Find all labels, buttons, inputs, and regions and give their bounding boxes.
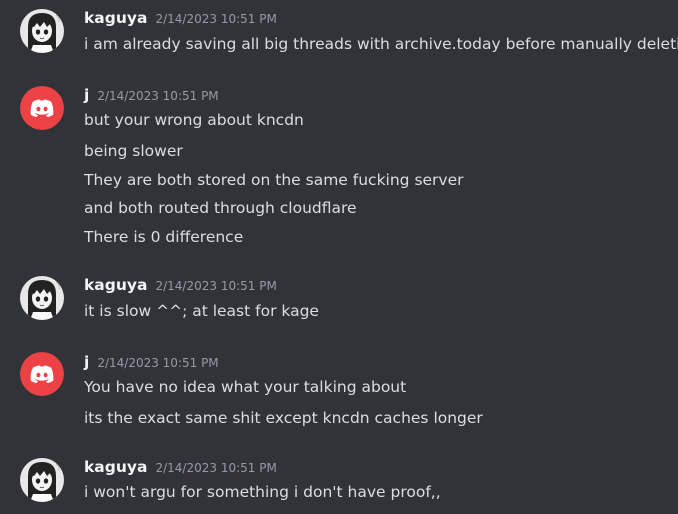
message-line: You have no idea what your talking about bbox=[84, 378, 407, 396]
message-line: i won't argu for something i don't have … bbox=[84, 483, 441, 501]
username[interactable]: kaguya bbox=[84, 276, 147, 294]
discord-logo-avatar-icon[interactable] bbox=[20, 352, 64, 396]
timestamp[interactable]: 2/14/2023 10:51 PM bbox=[155, 279, 276, 293]
message-line: i am already saving all big threads with… bbox=[84, 35, 678, 53]
discord-logo-avatar-icon[interactable] bbox=[20, 86, 64, 130]
username[interactable]: kaguya bbox=[84, 458, 147, 476]
message-header: kaguya 2/14/2023 10:51 PM bbox=[84, 457, 277, 476]
timestamp[interactable]: 2/14/2023 10:51 PM bbox=[97, 356, 218, 370]
username[interactable]: j bbox=[84, 353, 89, 371]
username[interactable]: j bbox=[84, 86, 89, 104]
anime-girl-avatar-icon[interactable] bbox=[20, 9, 64, 53]
message-header: kaguya 2/14/2023 10:51 PM bbox=[84, 8, 277, 27]
message-header: j 2/14/2023 10:51 PM bbox=[84, 352, 219, 371]
message-line: They are both stored on the same fucking… bbox=[84, 171, 464, 189]
message-line: There is 0 difference bbox=[84, 228, 244, 246]
username[interactable]: kaguya bbox=[84, 9, 147, 27]
message-header: j 2/14/2023 10:51 PM bbox=[84, 85, 219, 104]
message-line: its the exact same shit except kncdn cac… bbox=[84, 409, 483, 427]
chat-message-list: kaguya 2/14/2023 10:51 PM i am already sa… bbox=[0, 0, 678, 514]
timestamp[interactable]: 2/14/2023 10:51 PM bbox=[155, 461, 276, 475]
timestamp[interactable]: 2/14/2023 10:51 PM bbox=[155, 12, 276, 26]
message-header: kaguya 2/14/2023 10:51 PM bbox=[84, 275, 277, 294]
timestamp[interactable]: 2/14/2023 10:51 PM bbox=[97, 89, 218, 103]
anime-girl-avatar-icon[interactable] bbox=[20, 458, 64, 502]
message-line: and both routed through cloudflare bbox=[84, 199, 357, 217]
message-line: it is slow ^^; at least for kage bbox=[84, 302, 319, 320]
message-line: but your wrong about kncdn bbox=[84, 111, 304, 129]
anime-girl-avatar-icon[interactable] bbox=[20, 276, 64, 320]
message-line: being slower bbox=[84, 142, 183, 160]
